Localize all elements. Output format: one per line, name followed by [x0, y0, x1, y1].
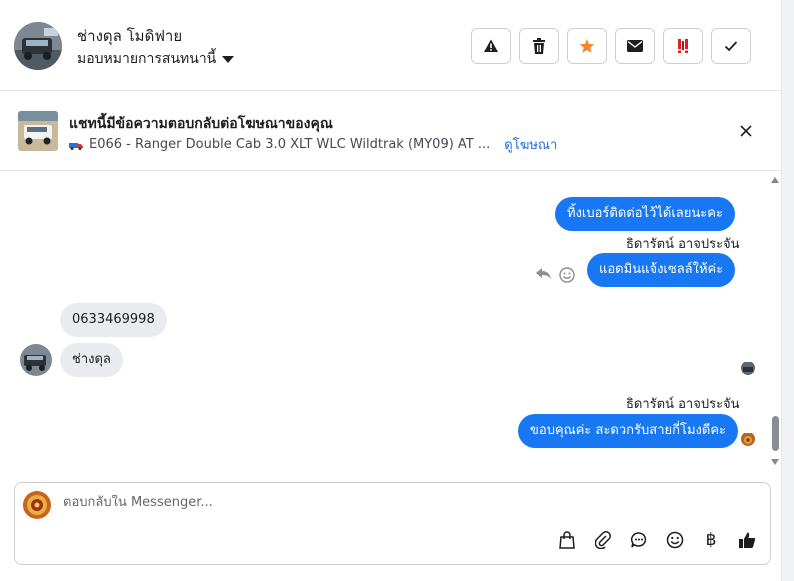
spam-button[interactable]: [663, 28, 703, 64]
message-sender: ธิดารัตน์ อาจประจัน: [626, 397, 740, 412]
scroll-up-arrow[interactable]: [771, 177, 779, 183]
conversation-actions: [471, 28, 751, 64]
chat-bubble-icon[interactable]: [630, 530, 648, 550]
scroll-down-arrow[interactable]: [771, 459, 779, 465]
reply-input[interactable]: [63, 495, 663, 510]
baht-icon[interactable]: ฿: [702, 530, 720, 550]
caret-down-icon: [222, 55, 235, 63]
envelope-icon: [627, 40, 643, 52]
contact-avatar[interactable]: [14, 22, 62, 70]
composer-toolbar: ฿: [558, 530, 756, 550]
page-avatar: [23, 491, 51, 519]
reply-composer: ฿: [14, 482, 771, 565]
message-sender: ธิดารัตน์ อาจประจัน: [626, 237, 740, 252]
window-edge: [782, 0, 794, 581]
star-button[interactable]: [567, 28, 607, 64]
reaction-icon: [703, 172, 717, 176]
assign-label: มอบหมายการสนทนานี้: [77, 51, 217, 67]
mark-done-button[interactable]: [711, 28, 751, 64]
reply-icon[interactable]: [536, 268, 552, 280]
ad-reply-banner: แชทนี้มีข้อความตอบกลับต่อโฆษณาของคุณ E06…: [0, 92, 782, 171]
message-bubble-incoming[interactable]: ช่างดุล: [60, 343, 123, 377]
star-icon: [579, 39, 595, 53]
paperclip-icon[interactable]: [594, 530, 612, 550]
delete-button[interactable]: [519, 28, 559, 64]
mark-unread-button[interactable]: [615, 28, 655, 64]
message-bubble-outgoing[interactable]: ขอบคุณค่ะ สะดวกรับสายกี่โมงดีคะ: [518, 414, 739, 448]
ad-thumbnail: [18, 111, 58, 151]
assign-conversation-dropdown[interactable]: มอบหมายการสนทนานี้: [77, 48, 235, 70]
scrollbar-thumb[interactable]: [772, 416, 779, 451]
emoji-icon[interactable]: [666, 530, 684, 550]
emoji-reaction-icon[interactable]: [559, 267, 575, 283]
check-icon: [724, 41, 738, 52]
seen-receipt-avatar: [741, 432, 755, 446]
conversation-header: ช่างดุล โมดิฟาย มอบหมายการสนทนานี้: [0, 0, 782, 91]
view-ad-link[interactable]: ดูโฆษณา: [504, 134, 557, 155]
contact-name: ช่างดุล โมดิฟาย: [77, 27, 183, 45]
message-bubble-outgoing[interactable]: แอดมินแจ้งเซลล์ให้ค่ะ: [587, 253, 736, 287]
message-bubble-outgoing[interactable]: ทิ้งเบอร์ติดต่อไว้ได้เลยนะคะ: [555, 197, 735, 231]
pickup-truck-icon: [69, 142, 83, 150]
ad-banner-title: แชทนี้มีข้อความตอบกลับต่อโฆษณาของคุณ: [69, 116, 333, 132]
seen-receipt-avatar: [741, 361, 755, 375]
close-icon: [740, 125, 752, 137]
warning-icon: [484, 39, 498, 52]
report-button[interactable]: [471, 28, 511, 64]
conversation-panel: ช่างดุล โมดิฟาย มอบหมายการสนทนานี้ แชทนี…: [0, 0, 782, 581]
shopping-bag-icon[interactable]: [558, 530, 576, 550]
message-thread[interactable]: ทิ้งเบอร์ติดต่อไว้ได้เลยนะคะ ธิดารัตน์ อ…: [0, 172, 782, 472]
ad-name: E066 - Ranger Double Cab 3.0 XLT WLC Wil…: [89, 137, 491, 152]
thumbs-up-icon[interactable]: [738, 530, 756, 550]
trash-icon: [533, 38, 545, 54]
close-banner-button[interactable]: [736, 121, 756, 141]
spam-icon: [678, 39, 688, 53]
ad-info-line: E066 - Ranger Double Cab 3.0 XLT WLC Wil…: [69, 134, 557, 155]
contact-avatar-small[interactable]: [20, 344, 52, 376]
message-bubble-incoming[interactable]: 0633469998: [60, 303, 167, 337]
